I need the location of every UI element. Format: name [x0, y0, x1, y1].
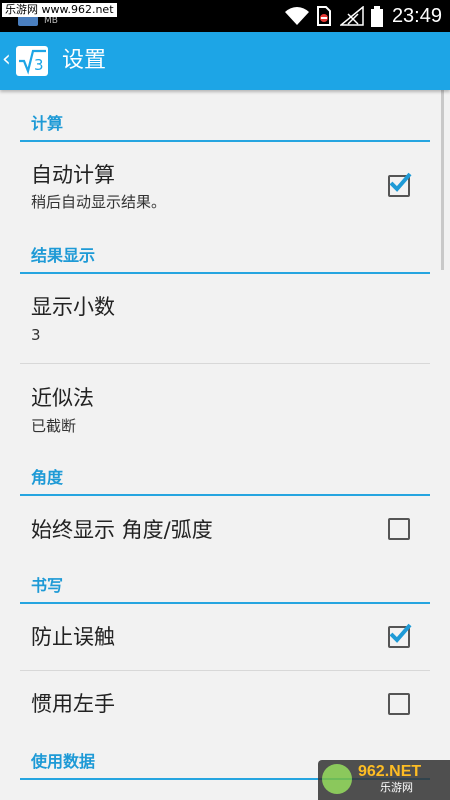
setting-title: 自动计算	[31, 163, 115, 187]
svg-text:3: 3	[34, 56, 44, 74]
section-header-label: 使用数据	[31, 752, 96, 771]
setting-decimal-places[interactable]: 显示小数 3	[20, 274, 430, 362]
signal-icon	[340, 6, 364, 26]
watermark-bottom: 962.NET 乐游网	[318, 760, 450, 800]
watermark-logo-icon	[322, 764, 352, 794]
palm-rejection-checkbox[interactable]	[388, 623, 412, 648]
action-bar: ‹ 3 设置	[0, 32, 450, 90]
back-chevron-icon[interactable]: ‹	[2, 49, 11, 71]
watermark-sub: 乐游网	[380, 781, 413, 794]
no-sim-icon	[317, 6, 331, 26]
watermark-top: 乐游网 www.962.net	[2, 3, 117, 17]
section-header-result-display: 结果显示	[20, 230, 430, 274]
section-header-angle: 角度	[20, 454, 430, 496]
settings-screen: MB 乐游网 www.962.net 23:49 ‹ 3 设置 计算 自动计算 …	[0, 0, 450, 800]
status-bar: MB 乐游网 www.962.net 23:49	[0, 0, 450, 32]
battery-icon	[371, 6, 383, 27]
setting-approximation[interactable]: 近似法 已截断	[20, 364, 430, 454]
scrollbar[interactable]	[441, 90, 444, 270]
setting-title: 防止误触	[31, 625, 115, 649]
page-title: 设置	[62, 48, 107, 73]
setting-auto-calculate[interactable]: 自动计算 稍后自动显示结果。	[20, 142, 430, 226]
setting-palm-rejection[interactable]: 防止误触	[20, 604, 430, 670]
auto-calculate-checkbox[interactable]	[388, 172, 412, 197]
section-header-label: 书写	[31, 576, 64, 595]
checkmark-icon	[389, 623, 412, 643]
wifi-icon	[285, 7, 309, 25]
status-time: 23:49	[391, 5, 442, 27]
watermark-brand: 962.NET	[358, 763, 422, 780]
section-header-calculation: 计算	[20, 108, 430, 142]
left-handed-checkbox[interactable]	[388, 693, 410, 715]
setting-summary: 3	[31, 326, 41, 344]
section-header-label: 角度	[31, 468, 64, 487]
setting-always-show-angle-unit[interactable]: 始终显示 角度/弧度	[20, 496, 430, 564]
always-show-angle-unit-checkbox[interactable]	[388, 518, 410, 540]
setting-summary: 稍后自动显示结果。	[31, 193, 167, 211]
app-logo-icon[interactable]: 3	[16, 46, 48, 76]
setting-title: 始终显示 角度/弧度	[31, 518, 213, 542]
setting-left-handed[interactable]: 惯用左手	[20, 671, 430, 737]
setting-title: 近似法	[31, 386, 94, 410]
setting-summary: 已截断	[31, 417, 77, 435]
notification-label: MB	[44, 16, 58, 26]
section-header-label: 计算	[31, 114, 64, 133]
section-header-label: 结果显示	[31, 246, 96, 265]
checkmark-icon	[389, 172, 412, 192]
section-header-handwriting: 书写	[20, 564, 430, 604]
setting-title: 惯用左手	[31, 692, 115, 716]
setting-title: 显示小数	[31, 295, 115, 319]
settings-list[interactable]: 计算 自动计算 稍后自动显示结果。 结果显示 显示小数 3 近似法 已截断 角度	[0, 90, 450, 800]
